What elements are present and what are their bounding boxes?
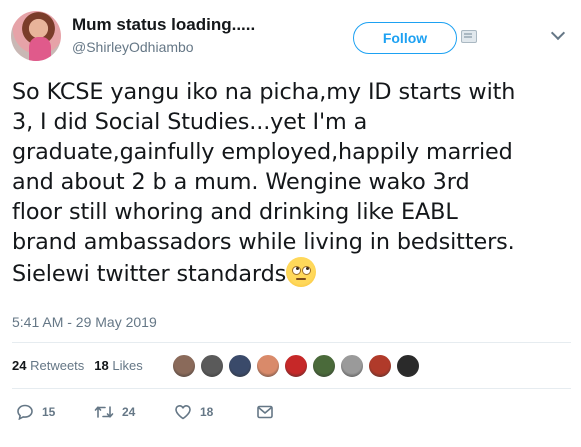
like-count: 18 <box>200 405 214 419</box>
envelope-icon <box>257 405 273 419</box>
tweet-line: floor still whoring and drinking like EA… <box>12 199 458 225</box>
card-icon <box>461 30 477 43</box>
tweet-line: brand ambassadors while living in bedsit… <box>12 229 515 255</box>
tweet-line: 3, I did Social Studies...yet I'm a <box>12 109 368 135</box>
liker-avatars <box>172 354 424 380</box>
liker-avatar[interactable] <box>396 354 420 378</box>
tweet-card: Mum status loading..... @ShirleyOdhiambo… <box>0 0 581 447</box>
follow-button[interactable]: Follow <box>353 22 457 54</box>
engagement-stats: 24 Retweets 18 Likes <box>12 358 153 373</box>
retweets-label: Retweets <box>30 358 85 373</box>
tweet-text: So KCSE yangu iko na picha,my ID starts … <box>12 77 572 289</box>
reply-count: 15 <box>42 405 56 419</box>
display-name[interactable]: Mum status loading..... <box>72 15 255 35</box>
likes-label: Likes <box>112 358 143 373</box>
liker-avatar[interactable] <box>200 354 224 378</box>
likes-count: 18 <box>94 358 109 373</box>
liker-avatar[interactable] <box>368 354 392 378</box>
retweets-stat[interactable]: 24 Retweets <box>12 358 84 373</box>
tweet-line: Sielewi twitter standards <box>12 261 287 287</box>
liker-avatar[interactable] <box>172 354 196 378</box>
avatar[interactable] <box>11 11 61 61</box>
tweet-line: So KCSE yangu iko na picha,my ID starts … <box>12 79 516 105</box>
likes-stat[interactable]: 18 Likes <box>94 358 142 373</box>
liker-avatar[interactable] <box>340 354 364 378</box>
liker-avatar[interactable] <box>284 354 308 378</box>
retweets-count: 24 <box>12 358 27 373</box>
user-handle[interactable]: @ShirleyOdhiambo <box>72 39 194 55</box>
divider <box>12 342 571 343</box>
chevron-down-icon[interactable] <box>550 25 566 41</box>
like-button[interactable]: 18 <box>174 404 213 420</box>
heart-icon <box>175 405 191 420</box>
tweet-line: and about 2 b a mum. Wengine wako 3rd <box>12 169 470 195</box>
retweet-icon <box>94 406 114 418</box>
retweet-button[interactable]: 24 <box>94 404 135 420</box>
retweet-count: 24 <box>122 405 136 419</box>
rolling-eyes-emoji-icon <box>286 257 317 287</box>
tweet-timestamp[interactable]: 5:41 AM - 29 May 2019 <box>12 314 157 330</box>
reply-button[interactable]: 15 <box>16 404 55 420</box>
liker-avatar[interactable] <box>312 354 336 378</box>
liker-avatar[interactable] <box>256 354 280 378</box>
reply-icon <box>17 404 33 420</box>
tweet-line: graduate,gainfully employed,happily marr… <box>12 139 513 165</box>
divider <box>12 388 571 389</box>
tweet-line-last: Sielewi twitter standards <box>12 257 572 289</box>
liker-avatar[interactable] <box>228 354 252 378</box>
direct-message-button[interactable] <box>256 404 282 420</box>
